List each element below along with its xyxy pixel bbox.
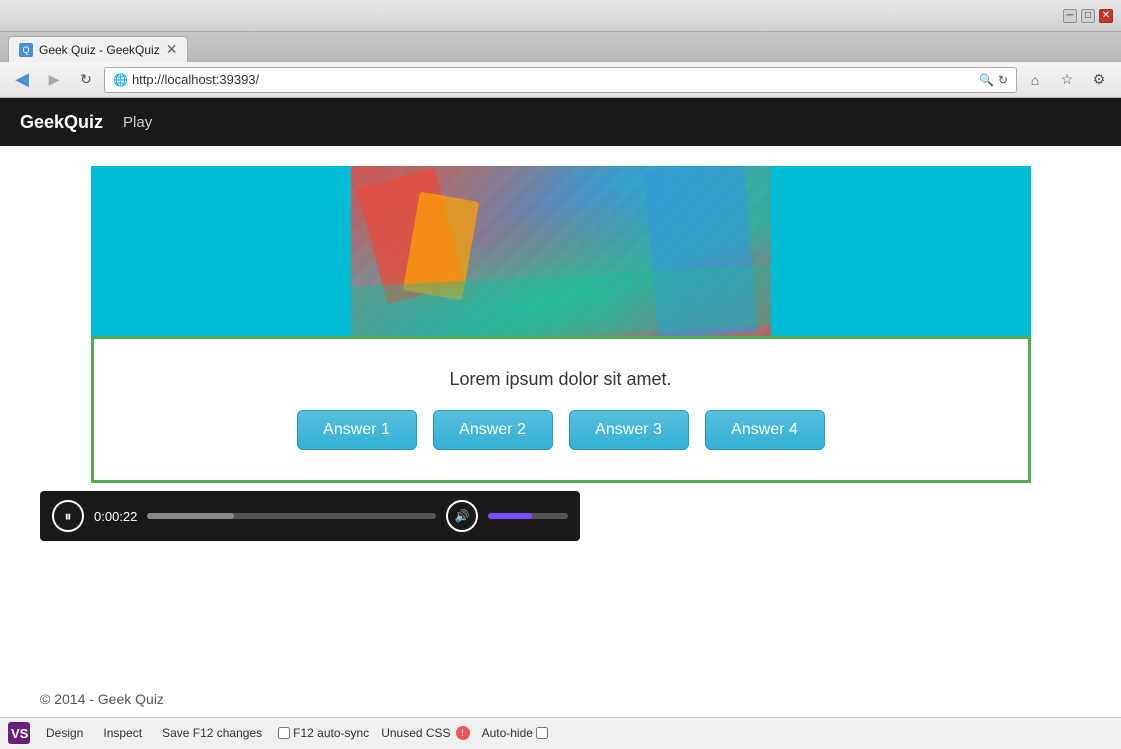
- address-refresh-icon[interactable]: ↻: [998, 73, 1008, 87]
- autohide-label[interactable]: Auto-hide: [482, 726, 548, 740]
- answer-button-3[interactable]: Answer 3: [569, 410, 689, 450]
- address-bar[interactable]: 🌐 http://localhost:39393/ 🔍 ↻: [104, 67, 1017, 93]
- quiz-question: Lorem ipsum dolor sit amet.: [449, 369, 671, 390]
- title-bar: ─ □ ✕: [0, 0, 1121, 32]
- media-progress-bar[interactable]: [147, 513, 436, 519]
- address-icon: 🌐: [113, 73, 128, 87]
- design-button[interactable]: Design: [42, 724, 87, 742]
- close-button[interactable]: ✕: [1099, 9, 1113, 23]
- tab-bar: Q Geek Quiz - GeekQuiz ✕: [0, 32, 1121, 62]
- dev-toolbar: VS Design Inspect Save F12 changes F12 a…: [0, 717, 1121, 747]
- media-progress-fill: [147, 513, 234, 519]
- inspect-button[interactable]: Inspect: [99, 724, 146, 742]
- settings-button[interactable]: ⚙: [1085, 66, 1113, 94]
- app-brand: GeekQuiz: [20, 112, 103, 133]
- pause-icon: ⏸: [65, 508, 72, 525]
- search-icon: 🔍: [979, 73, 994, 87]
- hero-container: [91, 166, 1031, 336]
- tab-favicon: Q: [19, 43, 33, 57]
- vs-logo: VS: [8, 722, 30, 744]
- answer-button-2[interactable]: Answer 2: [433, 410, 553, 450]
- pause-button[interactable]: ⏸: [52, 500, 84, 532]
- new-tab-area: [188, 36, 228, 62]
- restore-button[interactable]: □: [1081, 9, 1095, 23]
- answer-button-4[interactable]: Answer 4: [705, 410, 825, 450]
- back-button[interactable]: ◀: [8, 66, 36, 94]
- favorites-button[interactable]: ☆: [1053, 66, 1081, 94]
- active-tab[interactable]: Q Geek Quiz - GeekQuiz ✕: [8, 36, 188, 62]
- quiz-box: Lorem ipsum dolor sit amet. Answer 1 Ans…: [91, 336, 1031, 483]
- volume-button[interactable]: 🔊: [446, 500, 478, 532]
- nav-link-play[interactable]: Play: [123, 114, 152, 131]
- autohide-checkbox[interactable]: [536, 727, 548, 739]
- tab-close-button[interactable]: ✕: [166, 41, 178, 58]
- quiz-answers: Answer 1 Answer 2 Answer 3 Answer 4: [297, 410, 825, 450]
- main-area: Lorem ipsum dolor sit amet. Answer 1 Ans…: [0, 146, 1121, 681]
- svg-text:VS: VS: [11, 726, 29, 741]
- answer-button-1[interactable]: Answer 1: [297, 410, 417, 450]
- refresh-button[interactable]: ↻: [72, 66, 100, 94]
- volume-icon: 🔊: [455, 509, 470, 523]
- tab-title: Geek Quiz - GeekQuiz: [39, 43, 160, 57]
- forward-button[interactable]: ▶: [40, 66, 68, 94]
- media-player: ⏸ 0:00:22 🔊: [40, 491, 580, 541]
- save-button[interactable]: Save F12 changes: [158, 724, 266, 742]
- app-navbar: GeekQuiz Play: [0, 98, 1121, 146]
- media-time: 0:00:22: [94, 509, 137, 524]
- nav-bar: ◀ ▶ ↻ 🌐 http://localhost:39393/ 🔍 ↻ ⌂ ☆ …: [0, 62, 1121, 98]
- footer: © 2014 - Geek Quiz: [0, 681, 1121, 717]
- hero-image: [351, 166, 771, 336]
- page-content: GeekQuiz Play Lorem ipsum d: [0, 98, 1121, 717]
- nav-right-buttons: ⌂ ☆ ⚙: [1021, 66, 1113, 94]
- volume-bar[interactable]: [488, 513, 568, 519]
- browser-window: ─ □ ✕ Q Geek Quiz - GeekQuiz ✕ ◀ ▶ ↻ 🌐 h…: [0, 0, 1121, 747]
- home-button[interactable]: ⌂: [1021, 66, 1049, 94]
- autosync-checkbox[interactable]: [278, 727, 290, 739]
- unused-css-icon: !: [456, 726, 470, 740]
- copyright-text: © 2014 - Geek Quiz: [40, 691, 164, 707]
- unused-css-label[interactable]: Unused CSS !: [381, 726, 469, 740]
- window-controls: ─ □ ✕: [1063, 9, 1113, 23]
- volume-fill: [488, 513, 532, 519]
- minimize-button[interactable]: ─: [1063, 9, 1077, 23]
- autosync-label[interactable]: F12 auto-sync: [278, 726, 369, 740]
- address-text: http://localhost:39393/: [132, 72, 975, 87]
